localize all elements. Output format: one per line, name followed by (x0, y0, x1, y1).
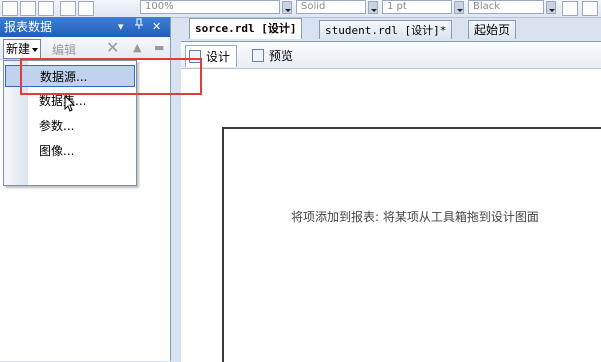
panel-toolbar: 新建 编辑 ✕ ▲ ▬ (0, 37, 170, 60)
line-width-combo[interactable]: 1 pt (382, 0, 452, 14)
pin-icon[interactable] (134, 17, 144, 37)
line-style-combo[interactable]: Solid (296, 0, 366, 14)
delete-icon[interactable]: ✕ (106, 38, 119, 57)
move-up-icon[interactable]: ▲ (133, 41, 141, 54)
toolbar-button[interactable] (562, 1, 578, 16)
new-button[interactable]: 新建 (3, 39, 42, 59)
toolbar-button[interactable] (60, 1, 76, 16)
panel-title: 报表数据 (4, 20, 53, 34)
chevron-down-icon (32, 47, 39, 52)
toolbar-button[interactable] (78, 1, 94, 16)
zoom-dropdown-arrow[interactable] (282, 1, 292, 14)
toolbar-button[interactable] (38, 1, 54, 16)
menu-item-parameter[interactable]: 参数... (5, 115, 135, 137)
preview-icon (252, 49, 264, 62)
close-icon[interactable]: ✕ (152, 17, 161, 37)
report-editor: 设计 预览 将项添加到报表: 将某项从工具箱拖到设计图面 (181, 41, 601, 362)
document-tab-strip: sorce.rdl [设计] student.rdl [设计]* 起始页 (185, 17, 601, 41)
panel-title-bar: 报表数据 ▾ ✕ (0, 17, 170, 37)
menu-item-label: 参数... (39, 119, 75, 133)
design-surface[interactable] (222, 127, 601, 362)
toolbar-button[interactable] (582, 1, 598, 16)
line-color-combo[interactable]: Black (468, 0, 544, 14)
tab-start-page[interactable]: 起始页 (468, 20, 517, 39)
menu-item-label: 图像... (39, 144, 75, 158)
tab-preview[interactable]: 预览 (249, 45, 305, 67)
main-toolbar: 100% Solid 1 pt Black (0, 0, 601, 18)
panel-menu-icon[interactable]: ▾ (118, 17, 124, 37)
line-style-dropdown-arrow[interactable] (368, 1, 378, 14)
zoom-combo[interactable]: 100% (140, 0, 280, 14)
tab-sorce-rdl[interactable]: sorce.rdl [设计] (189, 18, 303, 39)
edit-button[interactable]: 编辑 (52, 41, 76, 58)
move-down-icon[interactable]: ▬ (154, 41, 164, 54)
tab-preview-label: 预览 (269, 49, 294, 63)
toolbar-button[interactable] (2, 1, 18, 16)
view-tab-strip: 设计 预览 (181, 42, 601, 69)
mouse-cursor-icon (64, 95, 76, 112)
annotation-highlight-box (20, 58, 202, 95)
new-button-label: 新建 (6, 42, 31, 56)
line-color-dropdown-arrow[interactable] (546, 1, 556, 14)
toolbar-button[interactable] (20, 1, 36, 16)
tab-design-label: 设计 (206, 50, 231, 64)
tab-student-rdl[interactable]: student.rdl [设计]* (319, 20, 453, 39)
line-width-dropdown-arrow[interactable] (454, 1, 464, 14)
design-surface-hint: 将项添加到报表: 将某项从工具箱拖到设计图面 (291, 210, 539, 224)
menu-item-image[interactable]: 图像... (5, 140, 135, 162)
